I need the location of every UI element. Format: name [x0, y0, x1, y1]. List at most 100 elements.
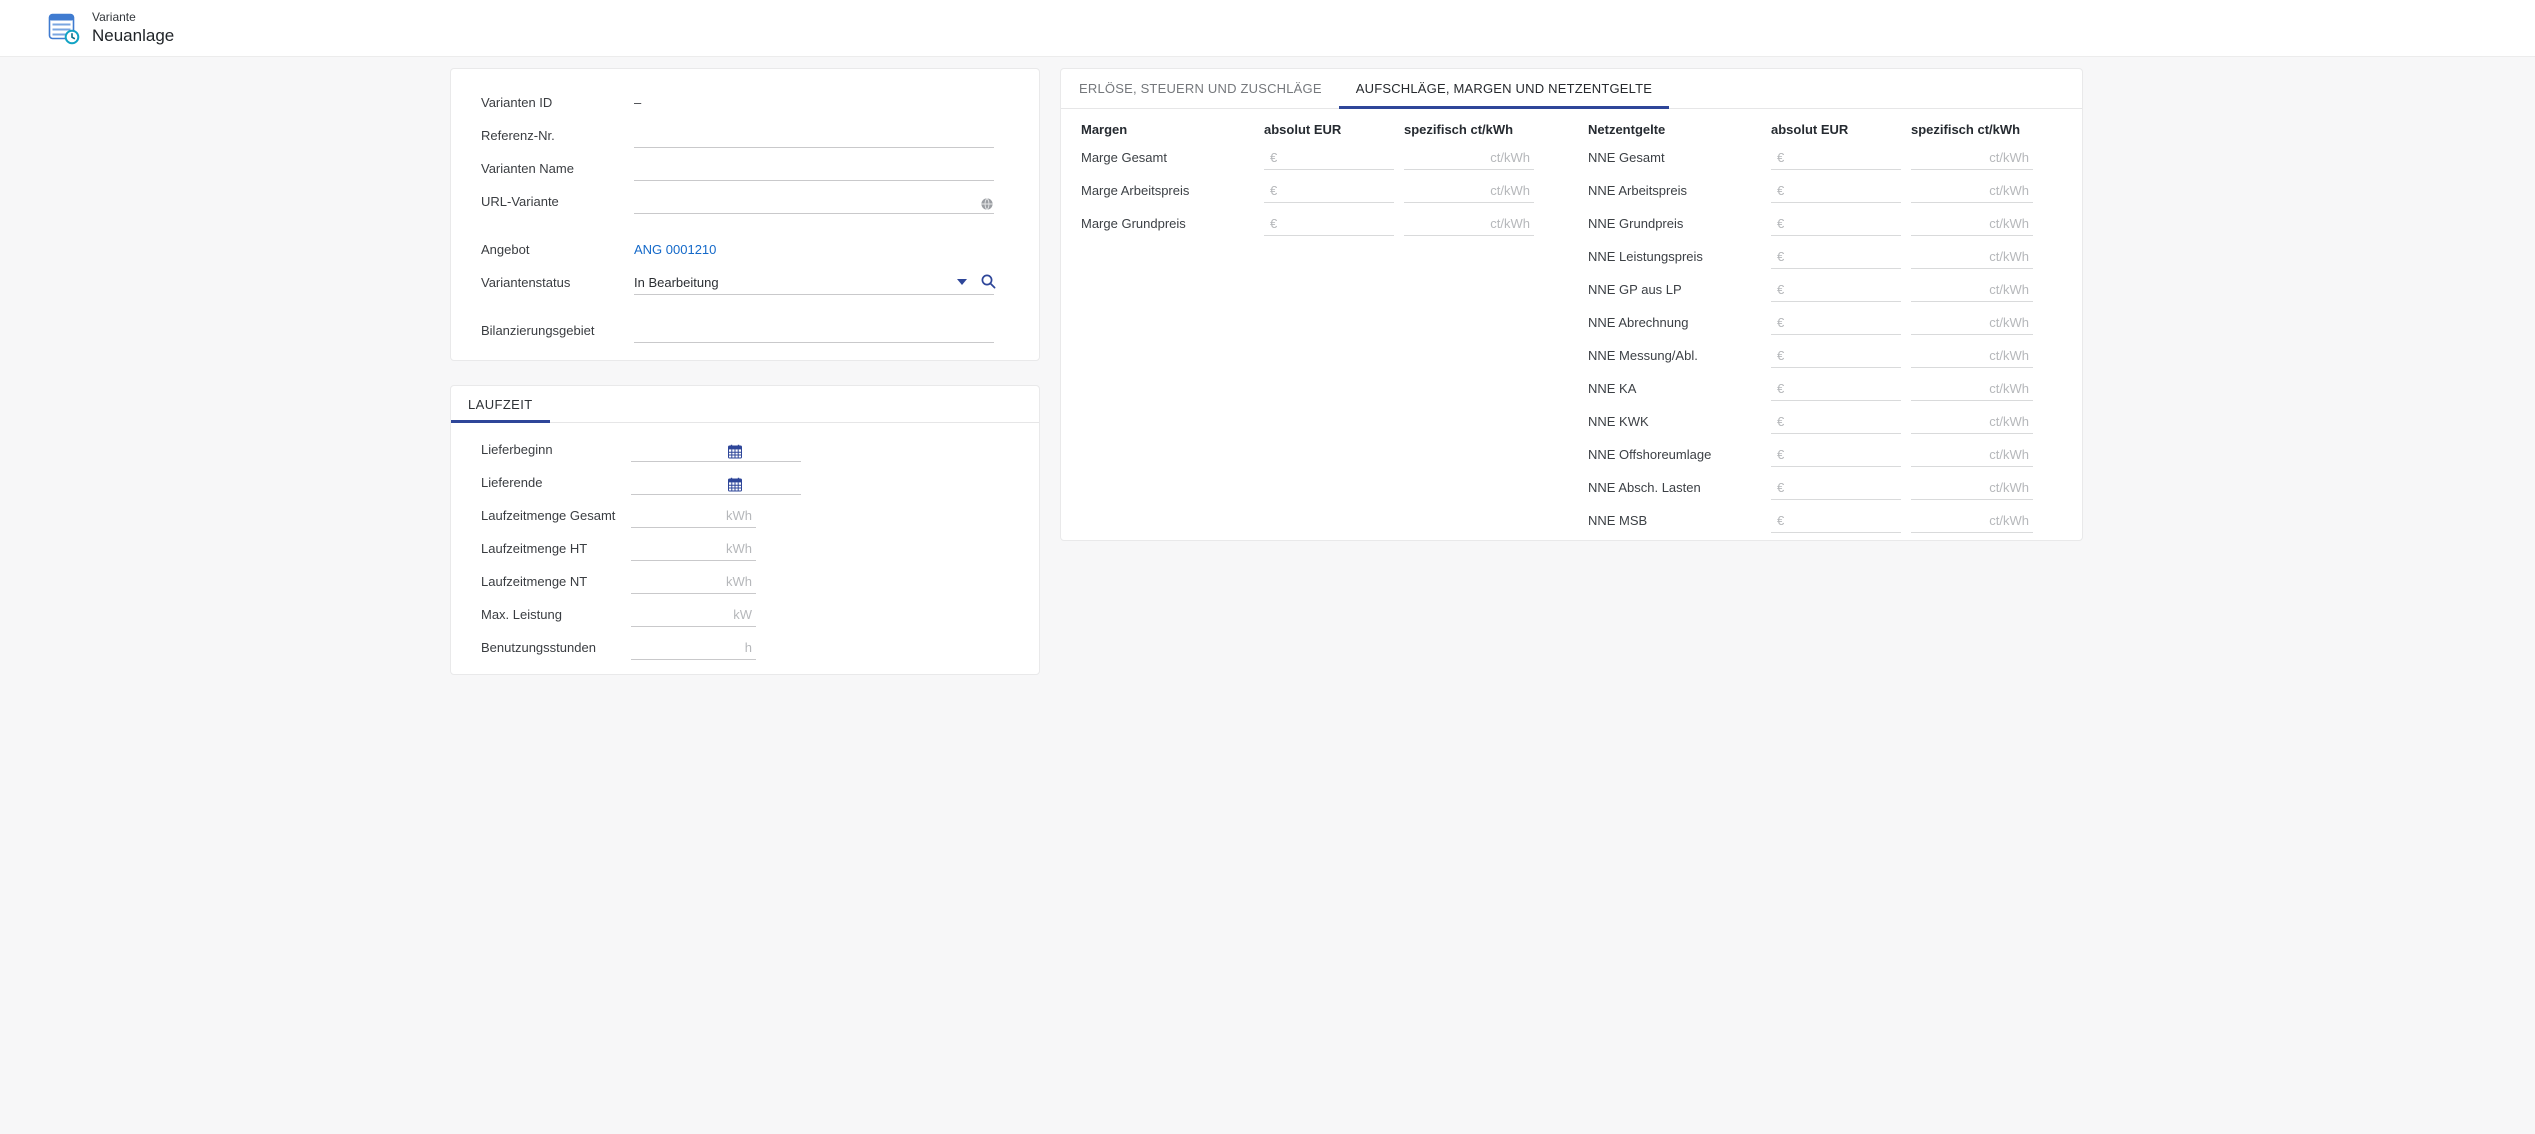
currency-placeholder: €	[1771, 414, 1784, 429]
nne-absch-lasten-spezifisch-input[interactable]: ct/kWh	[1911, 475, 2033, 500]
nne-leistungspreis-spezifisch-input[interactable]: ct/kWh	[1911, 244, 2033, 269]
lieferbeginn-date-input[interactable]	[631, 437, 801, 462]
field-label: Lieferbeginn	[481, 442, 631, 457]
marge-grundpreis-spezifisch-input[interactable]: ct/kWh	[1404, 211, 1534, 236]
nne-absch-lasten-absolut-eur-input[interactable]: €	[1771, 475, 1901, 500]
price-row-nne-leistungspreis: NNE Leistungspreis€ct/kWh	[1588, 240, 2033, 273]
field-label: Laufzeitmenge HT	[481, 541, 631, 556]
field-label: Variantenstatus	[481, 275, 634, 290]
unit-placeholder: ct/kWh	[1989, 480, 2033, 495]
group-heading-margen: Margen	[1081, 122, 1264, 137]
unit-placeholder: ct/kWh	[1989, 414, 2033, 429]
value-help-search-icon[interactable]	[980, 273, 997, 290]
nne-gp-aus-lp-spezifisch-input[interactable]: ct/kWh	[1911, 277, 2033, 302]
field-label: Benutzungsstunden	[481, 640, 631, 655]
nne-grundpreis-absolut-eur-input[interactable]: €	[1771, 211, 1901, 236]
benutzungsstunden-input[interactable]: h	[631, 635, 756, 660]
field-angebot: AngebotANG 0001210	[481, 233, 994, 266]
bilanzierungsgebiet-input[interactable]	[634, 318, 994, 343]
unit-placeholder: ct/kWh	[1989, 348, 2033, 363]
nne-messung-abl-absolut-eur-input[interactable]: €	[1771, 343, 1901, 368]
price-row-marge-gesamt: Marge Gesamt€ct/kWh	[1081, 141, 1534, 174]
nne-ka-absolut-eur-input[interactable]: €	[1771, 376, 1901, 401]
unit-placeholder: ct/kWh	[1989, 183, 2033, 198]
variant-app-icon	[48, 11, 80, 45]
nne-gp-aus-lp-absolut-eur-input[interactable]: €	[1771, 277, 1901, 302]
field-lieferbeginn: Lieferbeginn	[481, 433, 1039, 466]
col-header-spezifisch-ct-kwh: spezifisch ct/kWh	[1404, 122, 1534, 137]
calendar-icon-glyph	[728, 444, 742, 459]
col-header-absolut-eur: absolut EUR	[1264, 122, 1394, 137]
calendar-icon[interactable]	[728, 477, 742, 492]
nne-grundpreis-spezifisch-input[interactable]: ct/kWh	[1911, 211, 2033, 236]
row-label: NNE KWK	[1588, 414, 1771, 429]
variant-details-panel: Varianten ID–Referenz-Nr.Varianten NameU…	[450, 68, 1040, 361]
nne-offshoreumlage-absolut-eur-input[interactable]: €	[1771, 442, 1901, 467]
referenz-nr-input[interactable]	[634, 123, 994, 148]
nne-msb-absolut-eur-input[interactable]: €	[1771, 508, 1901, 533]
unit-placeholder: kW	[733, 607, 756, 622]
col-header-spezifisch-ct-kwh: spezifisch ct/kWh	[1911, 122, 2033, 137]
nne-gesamt-absolut-eur-input[interactable]: €	[1771, 145, 1901, 170]
price-row-nne-gp-aus-lp: NNE GP aus LP€ct/kWh	[1588, 273, 2033, 306]
laufzeitmenge-nt-input[interactable]: kWh	[631, 569, 756, 594]
laufzeitmenge-ht-input[interactable]: kWh	[631, 536, 756, 561]
tab-laufzeit[interactable]: LAUFZEIT	[451, 386, 550, 422]
nne-gesamt-spezifisch-input[interactable]: ct/kWh	[1911, 145, 2033, 170]
price-row-nne-abrechnung: NNE Abrechnung€ ct/kWh	[1588, 306, 2033, 339]
variantenstatus-select[interactable]: In Bearbeitung	[634, 270, 994, 295]
varianten-name-input[interactable]	[634, 156, 994, 181]
currency-placeholder: €	[1264, 150, 1277, 165]
nne-ka-spezifisch-input[interactable]: ct/kWh	[1911, 376, 2033, 401]
nne-kwk-spezifisch-input[interactable]: ct/kWh	[1911, 409, 2033, 434]
col-header-absolut-eur: absolut EUR	[1771, 122, 1901, 137]
row-label: NNE Absch. Lasten	[1588, 480, 1771, 495]
currency-placeholder: €	[1771, 348, 1784, 363]
currency-placeholder: €	[1771, 447, 1784, 462]
row-label: NNE Abrechnung	[1588, 315, 1771, 330]
row-label: Marge Arbeitspreis	[1081, 183, 1264, 198]
nne-abrechnung-spezifisch-input[interactable]: ct/kWh	[1911, 310, 2033, 335]
marge-arbeitspreis-absolut-eur-input[interactable]: €	[1264, 178, 1394, 203]
price-group-margen: Margenabsolut EUR spezifisch ct/kWh Marge …	[1081, 117, 1534, 240]
unit-placeholder: ct/kWh	[1989, 150, 2033, 165]
tab-aufschlaege-margen-netzentgelte[interactable]: AUFSCHLÄGE, MARGEN UND NETZENTGELTE	[1339, 69, 1669, 108]
angebot-link[interactable]: ANG 0001210	[634, 242, 716, 257]
field-varianten-id: Varianten ID–	[481, 86, 994, 119]
chevron-down-icon[interactable]	[957, 279, 967, 285]
nne-arbeitspreis-spezifisch-input[interactable]: ct/kWh	[1911, 178, 2033, 203]
currency-placeholder: €	[1771, 150, 1784, 165]
unit-placeholder: ct/kWh	[1989, 282, 2033, 297]
prices-panel: ERLÖSE, STEUERN UND ZUSCHLÄGE AUFSCHLÄGE…	[1060, 68, 2083, 541]
tab-erloese-steuern-zuschlaege[interactable]: ERLÖSE, STEUERN UND ZUSCHLÄGE	[1062, 69, 1339, 108]
currency-placeholder: €	[1771, 249, 1784, 264]
nne-msb-spezifisch-input[interactable]: ct/kWh	[1911, 508, 2033, 533]
prices-tab-strip: ERLÖSE, STEUERN UND ZUSCHLÄGE AUFSCHLÄGE…	[1061, 69, 2082, 109]
marge-gesamt-absolut-eur-input[interactable]: €	[1264, 145, 1394, 170]
currency-placeholder: €	[1771, 315, 1784, 330]
nne-kwk-absolut-eur-input[interactable]: €	[1771, 409, 1901, 434]
url-variante-input[interactable]	[634, 189, 994, 214]
lieferende-date-input[interactable]	[631, 470, 801, 495]
row-label: NNE Gesamt	[1588, 150, 1771, 165]
marge-grundpreis-absolut-eur-input[interactable]: €	[1264, 211, 1394, 236]
marge-arbeitspreis-spezifisch-input[interactable]: ct/kWh	[1404, 178, 1534, 203]
row-label: NNE Offshoreumlage	[1588, 447, 1771, 462]
price-row-marge-grundpreis: Marge Grundpreis€ct/kWh	[1081, 207, 1534, 240]
price-row-nne-ka: NNE KA€ct/kWh	[1588, 372, 2033, 405]
app-header: Variante Neuanlage	[0, 0, 2535, 57]
nne-messung-abl-spezifisch-input[interactable]: ct/kWh	[1911, 343, 2033, 368]
nne-arbeitspreis-absolut-eur-input[interactable]: €	[1771, 178, 1901, 203]
laufzeitmenge-gesamt-input[interactable]: kWh	[631, 503, 756, 528]
group-heading-netzentgelte: Netzentgelte	[1588, 122, 1771, 137]
nne-abrechnung-absolut-eur-input[interactable]: €	[1771, 310, 1901, 335]
column-header-row: Margenabsolut EUR spezifisch ct/kWh	[1081, 117, 1534, 141]
calendar-icon[interactable]	[728, 444, 742, 459]
field-laufzeitmenge-ht: Laufzeitmenge HTkWh	[481, 532, 1039, 565]
max-leistung-input[interactable]: kW	[631, 602, 756, 627]
nne-offshoreumlage-spezifisch-input[interactable]: ct/kWh	[1911, 442, 2033, 467]
field-variantenstatus: VariantenstatusIn Bearbeitung	[481, 266, 994, 299]
marge-gesamt-spezifisch-input[interactable]: ct/kWh	[1404, 145, 1534, 170]
nne-leistungspreis-absolut-eur-input[interactable]: €	[1771, 244, 1901, 269]
unit-placeholder: ct/kWh	[1490, 150, 1534, 165]
